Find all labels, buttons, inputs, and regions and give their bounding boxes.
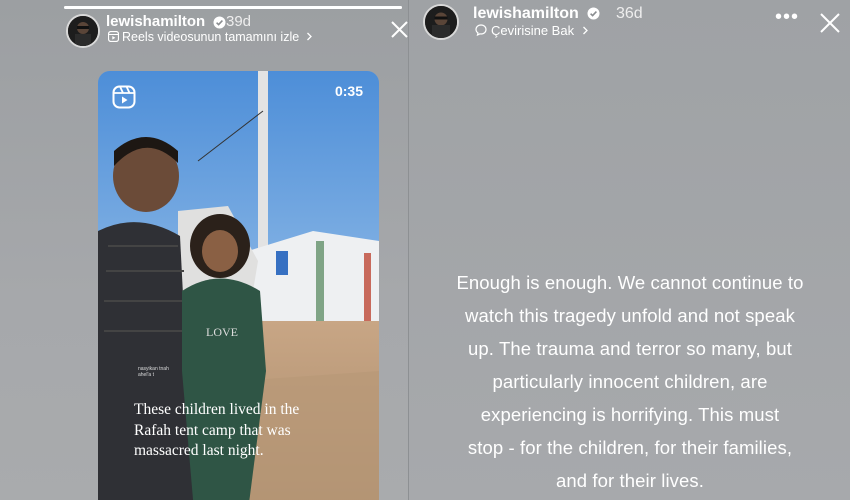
chevron-right-icon (582, 26, 588, 35)
caption-line: massacred last night. (134, 442, 264, 459)
svg-text:LOVE: LOVE (206, 325, 238, 339)
caption-line: Rafah tent camp that was (134, 421, 291, 439)
chevron-right-icon (306, 32, 312, 41)
story-progress-bar (64, 6, 402, 9)
reels-small-icon (107, 30, 120, 43)
story-text-line: experiencing is horrifying. This must (480, 404, 780, 425)
story-panel-left: lewishamilton 39d Reels videosunun tamam… (0, 0, 408, 500)
avatar[interactable] (66, 14, 100, 48)
video-watermark: nasyikan tnah ahel'a t (138, 366, 169, 378)
see-translation-link[interactable]: Çevirisine Bak (475, 23, 589, 38)
close-icon[interactable] (819, 12, 841, 34)
video-duration: 0:35 (334, 83, 363, 99)
video-caption: These children lived in the Rafah tent c… (134, 400, 364, 462)
post-age: 36d (616, 5, 643, 22)
reel-video[interactable]: LOVE 0:35 nasyikan tnah ahel'a t These c… (98, 71, 379, 500)
post-age: 39d (226, 13, 252, 30)
story-text-line: and for their lives. (555, 470, 704, 491)
story-text-line: watch this tragedy unfold and not speak (465, 305, 795, 326)
caption-line: These children lived in the (134, 401, 300, 418)
story-text: Enough is enough. We cannot continue to … (409, 266, 850, 497)
watch-full-reel-link[interactable]: Reels videosunun tamamını izle (107, 30, 313, 44)
story-text-line: stop - for the children, for their famil… (467, 437, 793, 458)
more-options-icon[interactable]: ••• (775, 6, 799, 29)
verified-badge-icon (587, 7, 600, 20)
story-text-line: Enough is enough. We cannot continue to (456, 272, 804, 293)
story-text-line: up. The trauma and terror so many, but (468, 338, 792, 359)
reels-icon (112, 85, 136, 109)
translate-icon (475, 24, 487, 37)
username[interactable]: lewishamilton (473, 5, 600, 23)
username[interactable]: lewishamilton (106, 13, 226, 30)
close-icon[interactable] (390, 20, 408, 39)
avatar[interactable] (423, 4, 459, 40)
story-panel-right: lewishamilton 36d Çevirisine Bak ••• Eno… (408, 0, 850, 500)
verified-badge-icon (213, 16, 226, 29)
story-text-line: particularly innocent children, are (492, 371, 768, 392)
